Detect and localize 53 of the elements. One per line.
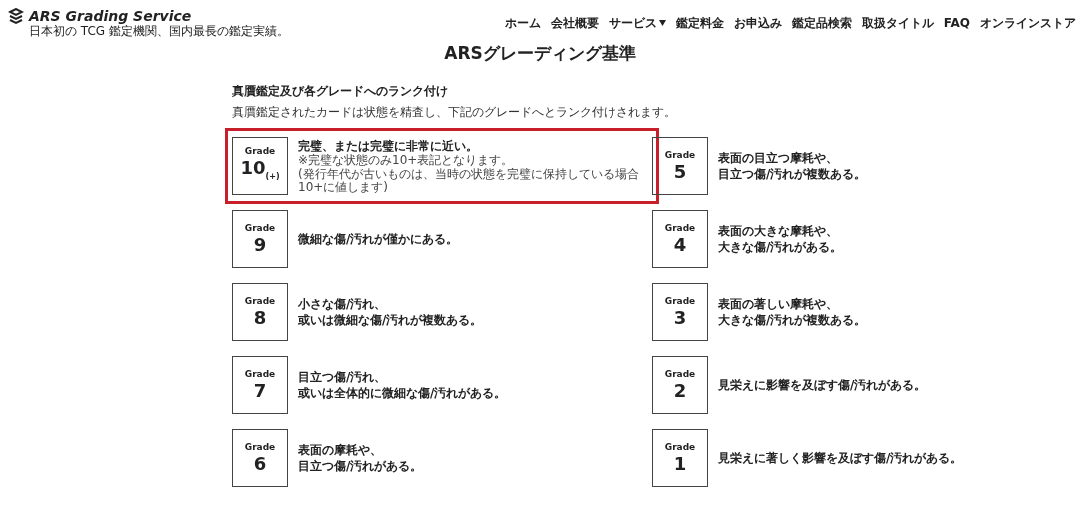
grade-description: 表面の著しい摩耗や、 xyxy=(718,296,839,312)
grade-description: 小さな傷/汚れ、 xyxy=(298,296,388,312)
logo-icon xyxy=(8,8,24,26)
grade-label: Grade xyxy=(664,222,696,234)
grade-label: Grade xyxy=(244,441,276,453)
grade-value: 8 xyxy=(253,307,267,329)
grade-description: 或いは微細な傷/汚れが複数ある。 xyxy=(298,312,483,328)
grade-label: Grade xyxy=(244,295,276,307)
grade-value: 4 xyxy=(673,234,687,256)
grade-value: 1 xyxy=(673,453,687,475)
nav-link[interactable]: オンラインストア xyxy=(980,14,1076,32)
grade-value: 5 xyxy=(673,161,687,183)
grade-description: 大きな傷/汚れが複数ある。 xyxy=(718,312,867,328)
grade-description: 表面の摩耗や、 xyxy=(298,442,383,458)
nav-link[interactable]: FAQ xyxy=(943,16,970,30)
grade-note: (発行年代が古いものは、当時の状態を完璧に保持している場合10+に値します) xyxy=(298,168,640,194)
grade-label: Grade xyxy=(664,441,696,453)
page-title: ARSグレーディング基準 xyxy=(443,42,637,65)
grade-value: 6 xyxy=(253,453,267,475)
grade-label: Grade xyxy=(664,149,696,161)
nav-link[interactable]: 鑑定品検索 xyxy=(791,14,852,32)
grade-description: 表面の大きな摩耗や、 xyxy=(718,223,839,239)
nav-link[interactable]: サービス xyxy=(608,14,666,32)
grade-note: ※完璧な状態のみ10+表記となります。 xyxy=(298,154,515,167)
grade-description: 微細な傷/汚れが僅かにある。 xyxy=(298,231,459,247)
nav-link[interactable]: 鑑定料金 xyxy=(675,14,724,32)
grade-value: 10$_{(+)}$ xyxy=(240,156,280,183)
grade-description: 見栄えに著しく影響を及ぼす傷/汚れがある。 xyxy=(718,450,963,466)
grade-label: Grade xyxy=(664,368,696,380)
nav-link[interactable]: 取扱タイトル xyxy=(861,14,934,32)
nav-link[interactable]: ホーム xyxy=(504,14,541,32)
grade-label: Grade xyxy=(244,144,276,157)
grade-label: Grade xyxy=(664,295,696,307)
grade-description: 目立つ傷/汚れが複数ある。 xyxy=(718,166,867,182)
grade-description: 大きな傷/汚れがある。 xyxy=(718,239,843,255)
grade-value: 7 xyxy=(253,380,267,402)
grade-value: 2 xyxy=(673,380,687,402)
grade-value: 3 xyxy=(673,307,687,329)
section-heading: 真贋鑑定及び各グレードへのランク付け xyxy=(232,83,449,100)
grade-description: 目立つ傷/汚れがある。 xyxy=(298,458,423,474)
grade-value: 9 xyxy=(253,234,267,256)
grade-label: Grade xyxy=(244,222,276,234)
grade-description: 見栄えに影響を及ぼす傷/汚れがある。 xyxy=(718,377,927,393)
section-description: 真贋鑑定されたカードは状態を精査し、下記のグレードへとランク付けされます。 xyxy=(232,104,677,121)
grade-description: 目立つ傷/汚れ、 xyxy=(298,369,388,385)
nav-link[interactable]: 会社概要 xyxy=(550,14,599,32)
grade-description: 完璧、または完璧に非常に近い。 xyxy=(298,138,479,154)
tagline: 日本初の TCG 鑑定機関、国内最長の鑑定実績。 xyxy=(29,24,289,38)
grade-description: 或いは全体的に微細な傷/汚れがある。 xyxy=(298,385,507,401)
grade-description: 表面の目立つ摩耗や、 xyxy=(718,150,839,166)
logo-text[interactable]: ARS Grading Service xyxy=(29,8,289,24)
grade-label: Grade xyxy=(244,368,276,380)
nav-link[interactable]: お申込み xyxy=(733,14,782,32)
